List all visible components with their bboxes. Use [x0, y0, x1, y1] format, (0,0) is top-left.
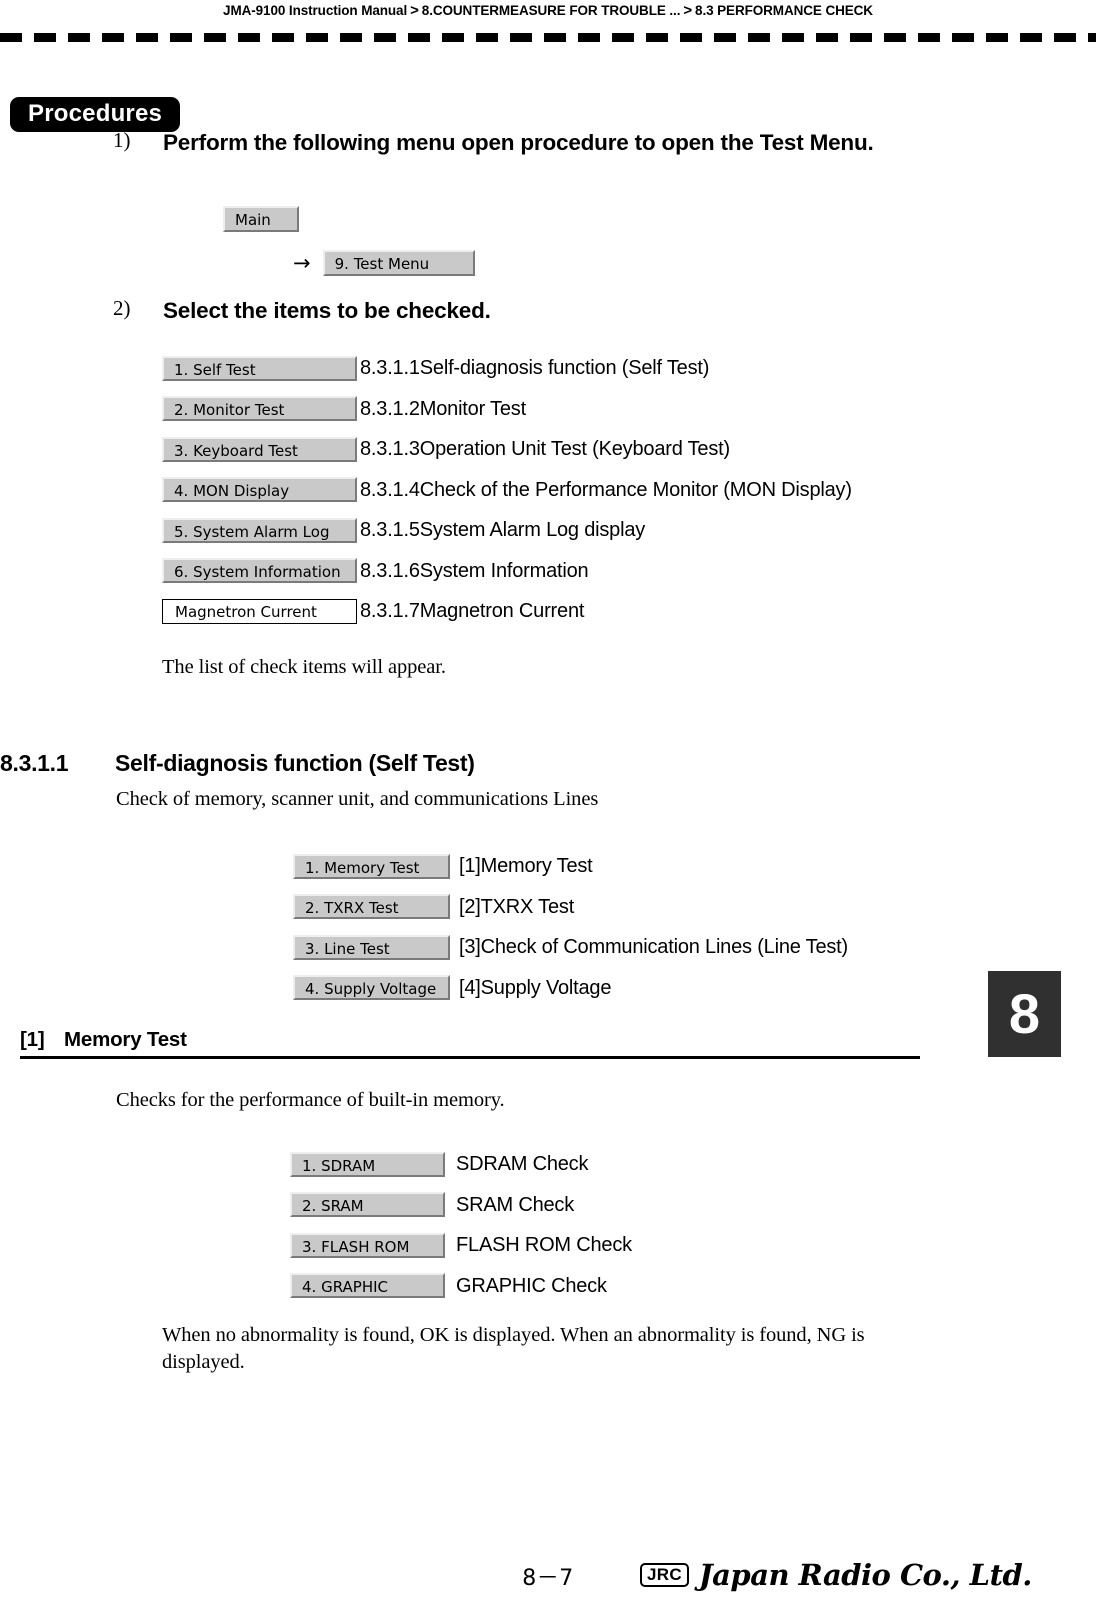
- menu-button-mon-display[interactable]: 4. MON Display: [162, 477, 357, 503]
- breadcrumb-separator-1: >: [410, 2, 419, 19]
- subsection-number: [1]: [20, 1028, 45, 1051]
- list-item: Magnetron Current 8.3.1.7Magnetron Curre…: [162, 591, 852, 632]
- subsection-outro-paragraph: When no abnormality is found, OK is disp…: [162, 1324, 865, 1374]
- self-test-item-list: 1. Memory Test [1]Memory Test 2. TXRX Te…: [293, 846, 848, 1008]
- menu-button-txrx-test[interactable]: 2. TXRX Test: [293, 894, 450, 920]
- subsection-title: Memory Test: [64, 1028, 187, 1051]
- menu-button-self-test[interactable]: 1. Self Test: [162, 355, 357, 381]
- menu-desc-mon-display: 8.3.1.4Check of the Performance Monitor …: [360, 478, 852, 501]
- menu-button-magnetron-current[interactable]: Magnetron Current: [162, 598, 357, 624]
- subsection-heading-row: [1] Memory Test: [20, 1028, 920, 1056]
- menu-button-sdram[interactable]: 1. SDRAM: [290, 1151, 445, 1177]
- menu-button-memory-test[interactable]: 1. Memory Test: [293, 853, 450, 879]
- header-dashed-rule: [0, 33, 1096, 42]
- subsection-heading-memory-test: [1] Memory Test: [20, 1028, 920, 1059]
- menu-desc-magnetron-current: 8.3.1.7Magnetron Current: [360, 600, 585, 623]
- arrow-right-icon: →: [293, 251, 311, 275]
- menu-desc-keyboard-test: 8.3.1.3Operation Unit Test (Keyboard Tes…: [360, 438, 730, 461]
- menu-button-line-test[interactable]: 3. Line Test: [293, 934, 450, 960]
- subsection-underline: [20, 1056, 920, 1059]
- menu-path-row: → 9. Test Menu: [293, 250, 475, 276]
- menu-button-system-information[interactable]: 6. System Information: [162, 558, 357, 584]
- jrc-logo-mark: JRC: [640, 1562, 689, 1588]
- step-1-number: 1): [113, 128, 131, 152]
- list-item: 1. SDRAM SDRAM Check: [290, 1144, 632, 1185]
- list-item: 2. Monitor Test 8.3.1.2Monitor Test: [162, 389, 852, 430]
- note-list-appear: The list of check items will appear.: [162, 656, 446, 678]
- procedures-badge: Procedures: [10, 97, 181, 133]
- menu-desc-txrx-test: [2]TXRX Test: [459, 895, 575, 918]
- footer-logo: JRC Japan Radio Co., Ltd.: [640, 1558, 1032, 1592]
- menu-button-keyboard-test[interactable]: 3. Keyboard Test: [162, 436, 357, 462]
- section-intro-paragraph: Check of memory, scanner unit, and commu…: [116, 788, 599, 810]
- list-item: 3. Keyboard Test 8.3.1.3Operation Unit T…: [162, 429, 852, 470]
- list-item: 4. MON Display 8.3.1.4Check of the Perfo…: [162, 470, 852, 511]
- procedure-step-2: 2) Select the items to be checked.: [113, 296, 913, 326]
- list-item: 3. Line Test [3]Check of Communication L…: [293, 927, 848, 968]
- menu-button-supply-voltage[interactable]: 4. Supply Voltage: [293, 975, 450, 1001]
- subsection-intro-paragraph: Checks for the performance of built-in m…: [116, 1089, 505, 1111]
- menu-desc-flash-rom: FLASH ROM Check: [456, 1234, 632, 1257]
- list-item: 5. System Alarm Log 8.3.1.5System Alarm …: [162, 510, 852, 551]
- list-item: 4. GRAPHIC GRAPHIC Check: [290, 1266, 632, 1307]
- list-item: 3. FLASH ROM FLASH ROM Check: [290, 1225, 632, 1266]
- list-item: 6. System Information 8.3.1.6System Info…: [162, 551, 852, 592]
- menu-desc-system-information: 8.3.1.6System Information: [360, 559, 589, 582]
- test-menu-item-list: 1. Self Test 8.3.1.1Self-diagnosis funct…: [162, 348, 852, 632]
- section-number: 8.3.1.1: [0, 750, 69, 776]
- menu-desc-graphic: GRAPHIC Check: [456, 1274, 607, 1297]
- menu-button-sram[interactable]: 2. SRAM: [290, 1192, 445, 1218]
- chapter-tab: 8: [988, 971, 1061, 1057]
- list-item: 2. TXRX Test [2]TXRX Test: [293, 887, 848, 928]
- list-item: 1. Memory Test [1]Memory Test: [293, 846, 848, 887]
- list-item: 4. Supply Voltage [4]Supply Voltage: [293, 968, 848, 1009]
- menu-button-main[interactable]: Main: [223, 206, 299, 232]
- breadcrumb-separator-2: >: [683, 2, 693, 19]
- step-1-text: Perform the following menu open procedur…: [163, 130, 874, 155]
- step-2-text: Select the items to be checked.: [163, 298, 491, 323]
- menu-button-flash-rom[interactable]: 3. FLASH ROM: [290, 1232, 445, 1258]
- menu-desc-supply-voltage: [4]Supply Voltage: [459, 976, 612, 999]
- menu-button-test-menu[interactable]: 9. Test Menu: [322, 250, 475, 276]
- section-heading-8-3-1-1: 8.3.1.1 Self-diagnosis function (Self Te…: [0, 750, 900, 777]
- menu-desc-sram: SRAM Check: [456, 1193, 575, 1216]
- page-header: JMA-9100 Instruction Manual >8.COUNTERMEA…: [0, 0, 1096, 22]
- menu-desc-line-test: [3]Check of Communication Lines (Line Te…: [459, 936, 848, 959]
- procedure-step-1: 1) Perform the following menu open proce…: [113, 128, 913, 158]
- menu-desc-sdram: SDRAM Check: [456, 1153, 589, 1176]
- breadcrumb-chapter: 8.COUNTERMEASURE FOR TROUBLE ...: [421, 3, 681, 18]
- menu-desc-memory-test: [1]Memory Test: [459, 855, 593, 878]
- menu-button-system-alarm-log[interactable]: 5. System Alarm Log: [162, 517, 357, 543]
- menu-desc-monitor-test: 8.3.1.2Monitor Test: [360, 397, 526, 420]
- menu-desc-self-test: 8.3.1.1Self-diagnosis function (Self Tes…: [360, 357, 710, 380]
- jrc-wordmark: Japan Radio Co., Ltd.: [698, 1558, 1032, 1592]
- list-item: 1. Self Test 8.3.1.1Self-diagnosis funct…: [162, 348, 852, 389]
- header-manual-title: JMA-9100 Instruction Manual: [223, 3, 408, 18]
- list-item: 2. SRAM SRAM Check: [290, 1185, 632, 1226]
- menu-desc-system-alarm-log: 8.3.1.5System Alarm Log display: [360, 519, 646, 542]
- memory-test-item-list: 1. SDRAM SDRAM Check 2. SRAM SRAM Check …: [290, 1144, 632, 1306]
- menu-button-monitor-test[interactable]: 2. Monitor Test: [162, 396, 357, 422]
- menu-button-graphic[interactable]: 4. GRAPHIC: [290, 1273, 445, 1299]
- section-title: Self-diagnosis function (Self Test): [115, 750, 475, 776]
- step-2-number: 2): [113, 296, 131, 320]
- breadcrumb-section: 8.3 PERFORMANCE CHECK: [695, 3, 873, 18]
